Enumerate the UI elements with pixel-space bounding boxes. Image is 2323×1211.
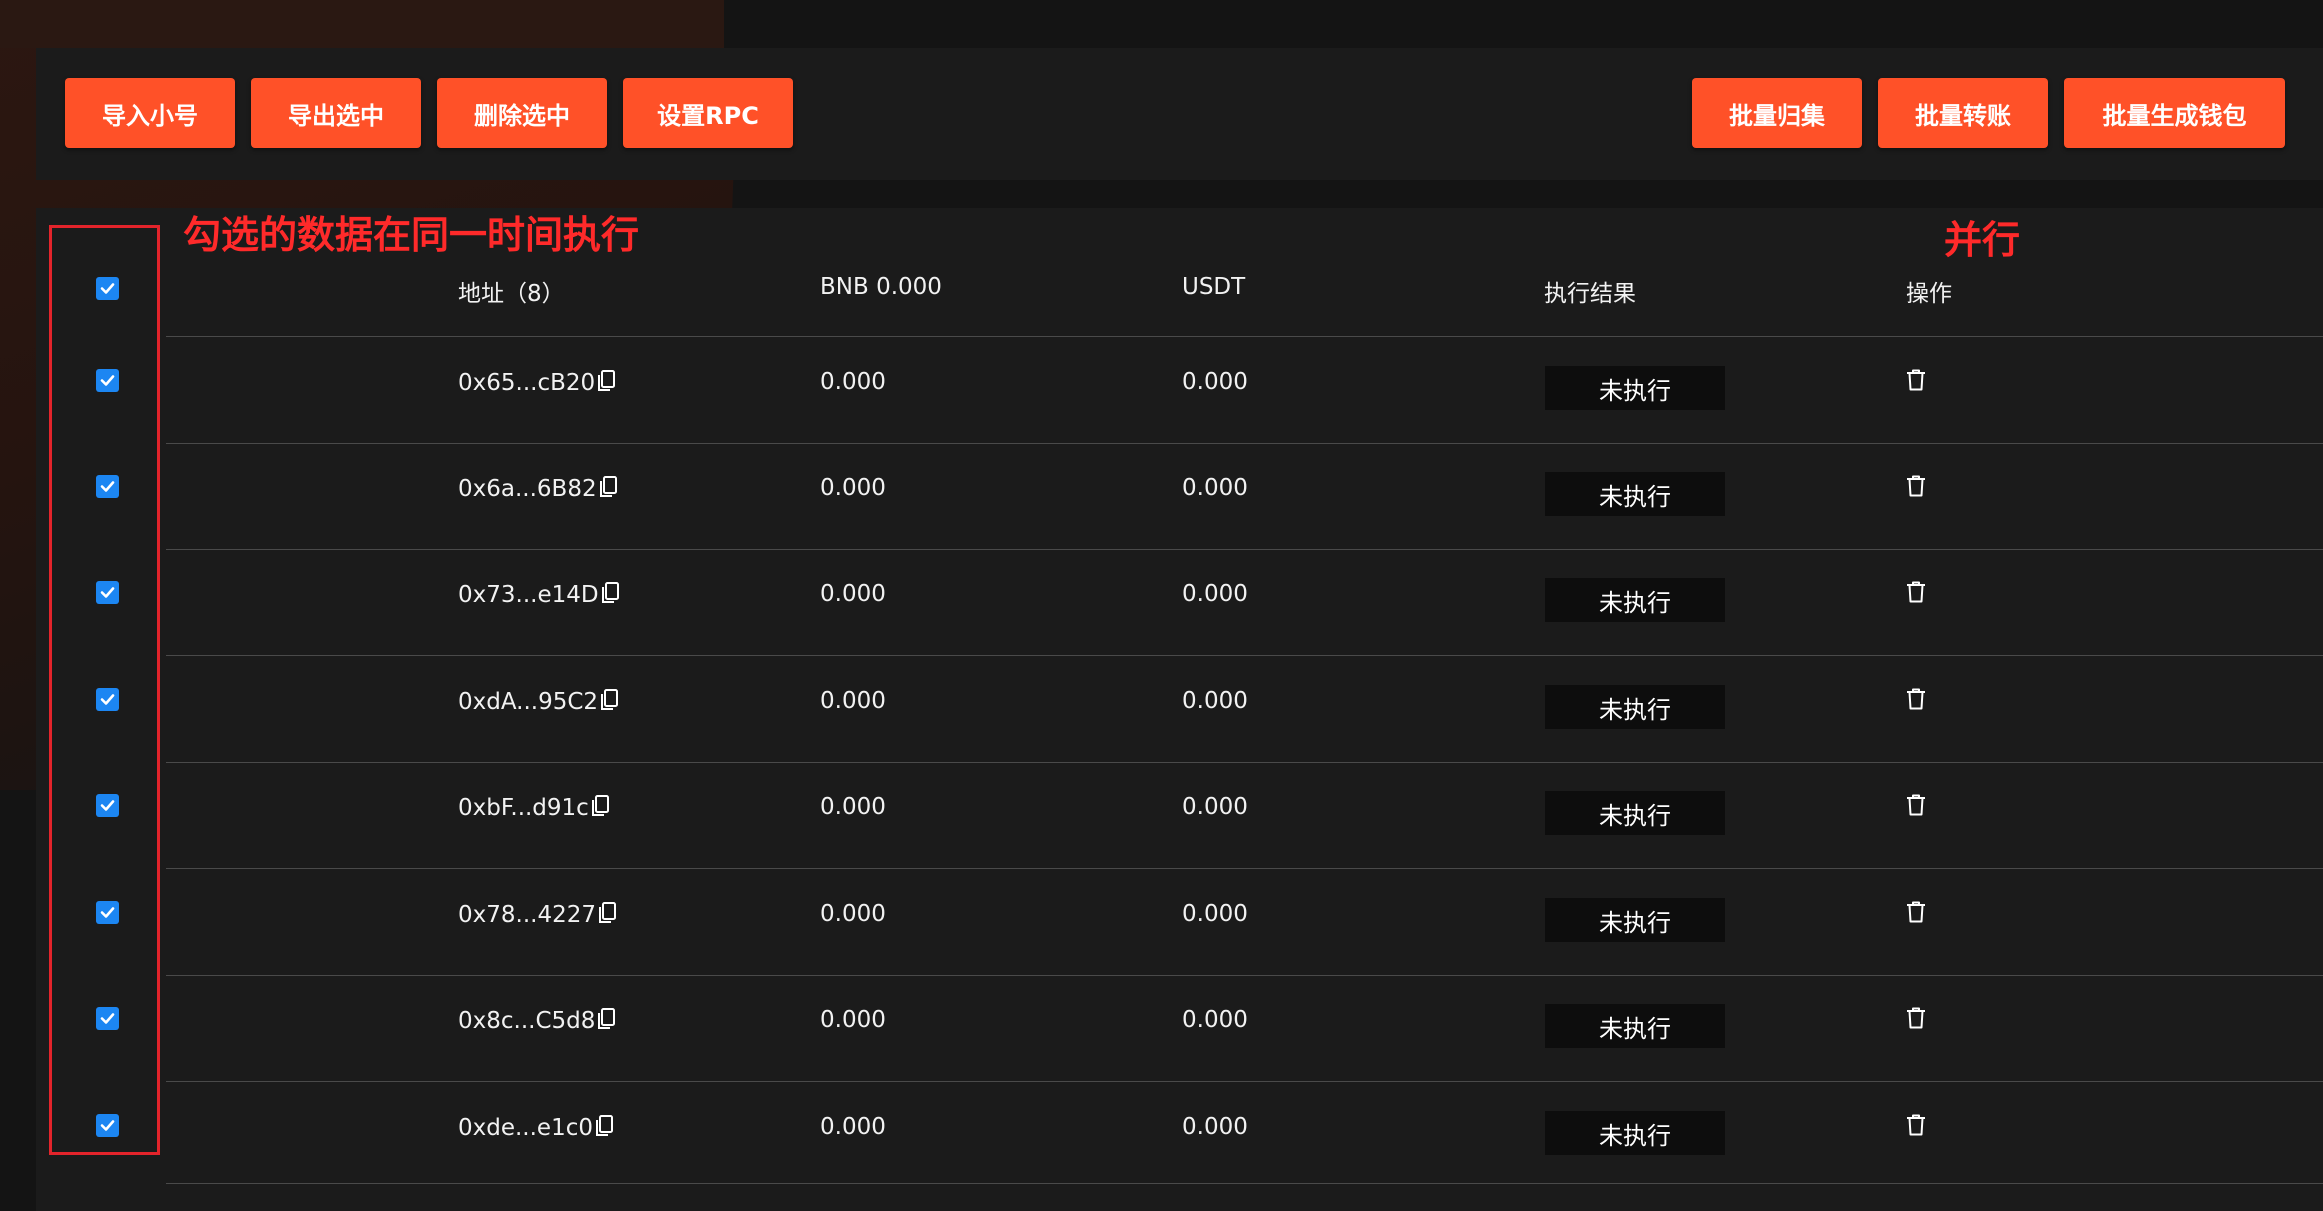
status-badge: 未执行 (1545, 1111, 1725, 1155)
export-selected-button[interactable]: 导出选中 (251, 78, 421, 148)
usdt-balance: 0.000 (1182, 475, 1248, 501)
bnb-balance: 0.000 (820, 794, 886, 820)
batch-collect-button[interactable]: 批量归集 (1692, 78, 1862, 148)
trash-icon[interactable] (1905, 793, 1927, 817)
status-badge: 未执行 (1545, 472, 1725, 516)
copy-icon[interactable] (597, 369, 617, 393)
bnb-balance: 0.000 (820, 1007, 886, 1033)
batch-generate-wallet-button[interactable]: 批量生成钱包 (2064, 78, 2285, 148)
status-badge: 未执行 (1545, 366, 1725, 410)
bnb-balance: 0.000 (820, 688, 886, 714)
table-row: 0x65...cB20 0.000 0.000 未执行 (36, 337, 2323, 443)
copy-icon[interactable] (601, 581, 621, 605)
address-text: 0x78...4227 (458, 902, 596, 928)
address-text: 0x6a...6B82 (458, 476, 597, 502)
status-badge: 未执行 (1545, 1004, 1725, 1048)
address-cell[interactable]: 0xdA...95C2 (458, 688, 620, 715)
address-text: 0x8c...C5d8 (458, 1008, 596, 1034)
usdt-balance: 0.000 (1182, 794, 1248, 820)
copy-icon[interactable] (595, 1114, 615, 1138)
table-row: 0x73...e14D 0.000 0.000 未执行 (36, 550, 2323, 656)
table-row: 0x78...4227 0.000 0.000 未执行 (36, 869, 2323, 975)
address-cell[interactable]: 0x78...4227 (458, 901, 618, 928)
address-text: 0xde...e1c0 (458, 1115, 593, 1141)
set-rpc-button[interactable]: 设置RPC (623, 78, 793, 148)
copy-icon[interactable] (591, 794, 611, 818)
usdt-balance: 0.000 (1182, 369, 1248, 395)
address-cell[interactable]: 0x8c...C5d8 (458, 1007, 617, 1034)
usdt-balance: 0.000 (1182, 688, 1248, 714)
annotation-box (49, 225, 160, 1155)
address-text: 0xbF...d91c (458, 795, 589, 821)
bnb-balance: 0.000 (820, 1114, 886, 1140)
status-badge: 未执行 (1545, 791, 1725, 835)
address-cell[interactable]: 0x65...cB20 (458, 369, 617, 396)
batch-transfer-button[interactable]: 批量转账 (1878, 78, 2048, 148)
status-badge: 未执行 (1545, 578, 1725, 622)
annotation-checkbox-note: 勾选的数据在同一时间执行 (183, 213, 640, 257)
table-row: 0x8c...C5d8 0.000 0.000 未执行 (36, 976, 2323, 1082)
row-divider (166, 1183, 2323, 1184)
trash-icon[interactable] (1905, 368, 1927, 392)
usdt-balance: 0.000 (1182, 1114, 1248, 1140)
copy-icon[interactable] (600, 688, 620, 712)
column-header-address: 地址（8） (458, 281, 565, 307)
trash-icon[interactable] (1905, 580, 1927, 604)
address-text: 0x65...cB20 (458, 370, 596, 396)
top-band-accent (0, 0, 724, 48)
status-badge: 未执行 (1545, 898, 1725, 942)
annotation-parallel-note: 并行 (1944, 218, 2021, 262)
usdt-balance: 0.000 (1182, 1007, 1248, 1033)
delete-selected-button[interactable]: 删除选中 (437, 78, 607, 148)
import-accounts-button[interactable]: 导入小号 (65, 78, 235, 148)
table-row: 0xbF...d91c 0.000 0.000 未执行 (36, 763, 2323, 869)
copy-icon[interactable] (599, 475, 619, 499)
trash-icon[interactable] (1905, 687, 1927, 711)
table-row: 0x6a...6B82 0.000 0.000 未执行 (36, 444, 2323, 550)
address-text: 0x73...e14D (458, 582, 599, 608)
trash-icon[interactable] (1905, 900, 1927, 924)
table-row: 0xde...e1c0 0.000 0.000 未执行 (36, 1082, 2323, 1188)
table-row: 0xdA...95C2 0.000 0.000 未执行 (36, 656, 2323, 762)
bnb-balance: 0.000 (820, 581, 886, 607)
trash-icon[interactable] (1905, 1113, 1927, 1137)
address-cell[interactable]: 0x73...e14D (458, 581, 621, 608)
address-cell[interactable]: 0x6a...6B82 (458, 475, 619, 502)
copy-icon[interactable] (597, 1007, 617, 1031)
wallet-table: 地址（8） BNB 0.000 USDT 执行结果 操作 0x65...cB20… (36, 208, 2323, 1211)
trash-icon[interactable] (1905, 474, 1927, 498)
usdt-balance: 0.000 (1182, 581, 1248, 607)
column-header-action: 操作 (1906, 281, 1952, 307)
address-cell[interactable]: 0xde...e1c0 (458, 1114, 615, 1141)
copy-icon[interactable] (598, 901, 618, 925)
column-header-bnb: BNB 0.000 (820, 274, 942, 300)
column-header-usdt: USDT (1182, 274, 1246, 300)
trash-icon[interactable] (1905, 1006, 1927, 1030)
usdt-balance: 0.000 (1182, 901, 1248, 927)
bnb-balance: 0.000 (820, 475, 886, 501)
bnb-balance: 0.000 (820, 901, 886, 927)
address-cell[interactable]: 0xbF...d91c (458, 794, 611, 821)
bnb-balance: 0.000 (820, 369, 886, 395)
address-text: 0xdA...95C2 (458, 689, 599, 715)
toolbar: 导入小号 导出选中 删除选中 设置RPC 批量归集 批量转账 批量生成钱包 (36, 48, 2323, 180)
status-badge: 未执行 (1545, 685, 1725, 729)
column-header-result: 执行结果 (1544, 281, 1636, 307)
